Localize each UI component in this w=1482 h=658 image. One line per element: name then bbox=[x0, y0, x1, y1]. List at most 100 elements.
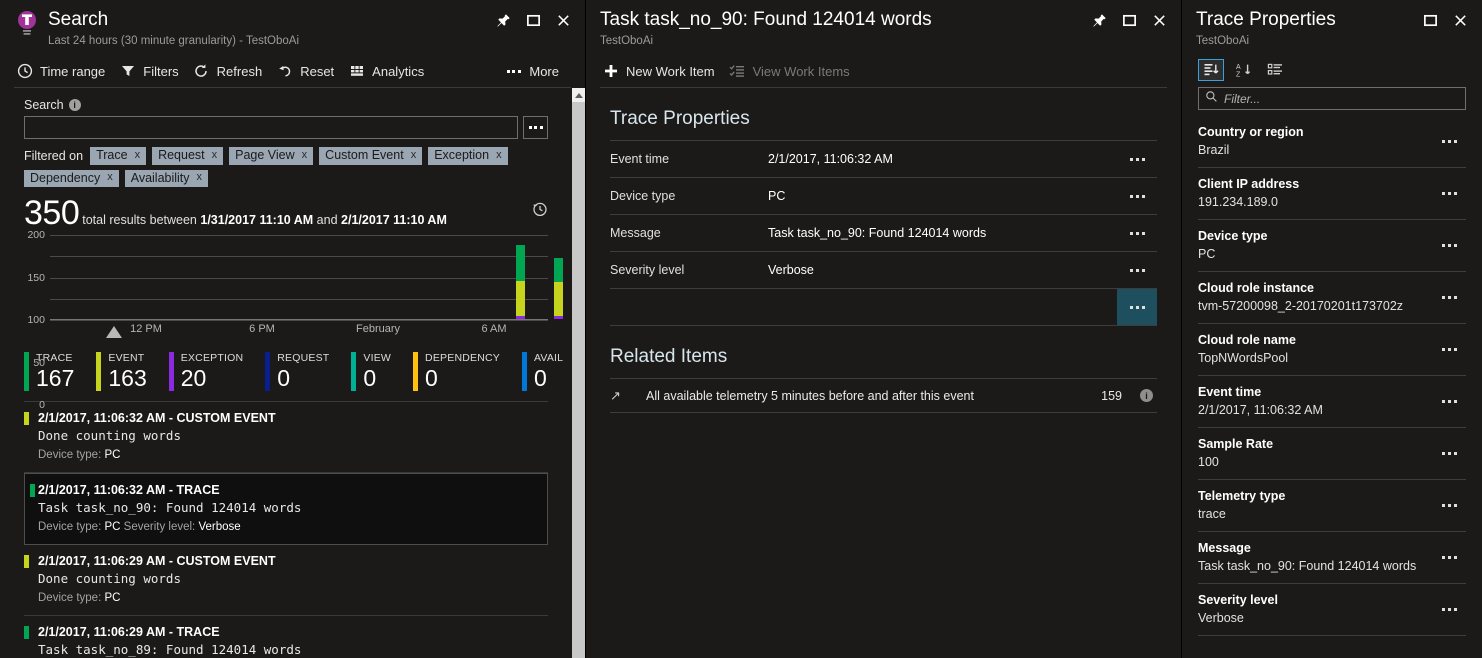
result-list-item[interactable]: 2/1/2017, 11:06:32 AM - CUSTOM EVENTDone… bbox=[24, 402, 548, 473]
chart-bar[interactable] bbox=[516, 245, 525, 319]
range-handle-left[interactable] bbox=[106, 326, 122, 338]
filter-box[interactable] bbox=[1198, 87, 1466, 110]
refresh-button[interactable]: Refresh bbox=[191, 59, 275, 84]
result-meta: Device type: PC bbox=[38, 591, 548, 606]
property-menu-button[interactable] bbox=[1432, 608, 1466, 611]
property-menu-button[interactable] bbox=[1432, 296, 1466, 299]
chip-label: Exception bbox=[434, 149, 489, 162]
property-menu-button[interactable] bbox=[1432, 348, 1466, 351]
property-menu-button[interactable] bbox=[1117, 252, 1157, 288]
chip-remove-icon[interactable]: x bbox=[496, 150, 502, 161]
search-scrollbar[interactable] bbox=[572, 88, 585, 658]
scrollbar-thumb[interactable] bbox=[572, 102, 585, 658]
search-toolbar: Time range Filters Refresh Reset bbox=[0, 55, 585, 87]
result-list-item[interactable]: 2/1/2017, 11:06:32 AM - TRACETask task_n… bbox=[24, 473, 548, 545]
property-menu-button[interactable] bbox=[1117, 215, 1157, 251]
filter-chip-trace[interactable]: Tracex bbox=[90, 147, 146, 165]
reset-button[interactable]: Reset bbox=[274, 59, 346, 84]
property-menu-button[interactable] bbox=[1117, 141, 1157, 177]
filter-chip-custom-event[interactable]: Custom Eventx bbox=[319, 147, 422, 165]
chip-remove-icon[interactable]: x bbox=[411, 150, 417, 161]
search-body: Search i Filtered on Tracex Requestx Pag… bbox=[0, 88, 585, 658]
stat-exception[interactable]: EXCEPTION20 bbox=[169, 352, 265, 391]
telemetry-chart: 050100150200 12 PM6 PMFebruary6 AM bbox=[0, 231, 572, 344]
property-menu-button[interactable] bbox=[1432, 504, 1466, 507]
stat-color-indicator bbox=[351, 352, 356, 391]
chip-remove-icon[interactable]: x bbox=[212, 150, 218, 161]
property-menu-button[interactable] bbox=[1432, 452, 1466, 455]
scroll-up-arrow[interactable] bbox=[572, 88, 585, 102]
info-icon[interactable]: i bbox=[1140, 389, 1153, 402]
chip-remove-icon[interactable]: x bbox=[107, 172, 113, 183]
chip-label: Request bbox=[158, 149, 205, 162]
stat-avail[interactable]: AVAIL0 bbox=[522, 352, 572, 391]
info-icon[interactable]: i bbox=[69, 99, 81, 111]
property-menu-button[interactable] bbox=[1117, 178, 1157, 214]
chart-plot-area[interactable]: 050100150200 bbox=[50, 235, 548, 320]
property-key: Message bbox=[610, 226, 768, 240]
chip-remove-icon[interactable]: x bbox=[197, 172, 203, 183]
chart-bar[interactable] bbox=[554, 258, 563, 319]
chip-remove-icon[interactable]: x bbox=[302, 150, 308, 161]
related-item-label: All available telemetry 5 minutes before… bbox=[646, 389, 1101, 403]
meta-value: PC bbox=[104, 521, 120, 533]
result-message: Task task_no_89: Found 124014 words bbox=[38, 641, 548, 658]
filter-chip-availability[interactable]: Availabilityx bbox=[125, 170, 208, 188]
property-menu-button[interactable] bbox=[1432, 400, 1466, 403]
stat-name: VIEW bbox=[363, 352, 391, 365]
close-icon[interactable] bbox=[1151, 12, 1167, 28]
page-title: Search bbox=[48, 8, 495, 32]
group-list-icon[interactable] bbox=[1262, 59, 1288, 81]
svg-text:A: A bbox=[1236, 64, 1241, 71]
chip-label: Trace bbox=[96, 149, 128, 162]
refresh-icon bbox=[193, 63, 210, 80]
sort-order-icon[interactable] bbox=[1198, 59, 1224, 81]
stat-dependency[interactable]: DEPENDENCY0 bbox=[413, 352, 522, 391]
search-options-button[interactable] bbox=[523, 116, 548, 139]
related-item-row[interactable]: ↗All available telemetry 5 minutes befor… bbox=[610, 379, 1157, 413]
filter-chip-exception[interactable]: Exception x bbox=[428, 147, 507, 165]
chip-remove-icon[interactable]: x bbox=[135, 150, 141, 161]
property-key: Client IP address bbox=[1198, 176, 1432, 193]
filter-input[interactable] bbox=[1224, 92, 1459, 106]
result-list-item[interactable]: 2/1/2017, 11:06:29 AM - TRACETask task_n… bbox=[24, 616, 548, 658]
filters-button[interactable]: Filters bbox=[117, 59, 190, 84]
search-input[interactable] bbox=[24, 116, 518, 139]
result-message: Task task_no_90: Found 124014 words bbox=[38, 499, 547, 517]
filter-chip-dependency[interactable]: Dependencyx bbox=[24, 170, 119, 188]
maximize-icon[interactable] bbox=[525, 12, 541, 28]
properties-menu-button[interactable] bbox=[1117, 289, 1157, 325]
pin-icon[interactable] bbox=[495, 12, 511, 28]
stat-name: DEPENDENCY bbox=[425, 352, 500, 365]
time-range-button[interactable]: Time range bbox=[14, 59, 117, 84]
stat-request[interactable]: REQUEST0 bbox=[265, 352, 351, 391]
history-clock-icon[interactable] bbox=[532, 201, 548, 217]
chart-gridline: 100 bbox=[50, 278, 548, 279]
more-button[interactable]: More bbox=[503, 59, 571, 84]
result-header: 2/1/2017, 11:06:29 AM - TRACE bbox=[38, 624, 548, 640]
pin-icon[interactable] bbox=[1091, 12, 1107, 28]
maximize-icon[interactable] bbox=[1422, 12, 1438, 28]
close-icon[interactable] bbox=[555, 12, 571, 28]
chart-bar-segment bbox=[554, 258, 563, 282]
maximize-icon[interactable] bbox=[1121, 12, 1137, 28]
view-work-items-button[interactable]: View Work Items bbox=[727, 59, 862, 84]
stat-view[interactable]: VIEW0 bbox=[351, 352, 413, 391]
close-icon[interactable] bbox=[1452, 12, 1468, 28]
property-row-actions bbox=[610, 289, 1157, 326]
property-menu-button[interactable] bbox=[1432, 192, 1466, 195]
related-items-list: ↗All available telemetry 5 minutes befor… bbox=[610, 379, 1157, 413]
property-menu-button[interactable] bbox=[1432, 140, 1466, 143]
result-message: Done counting words bbox=[38, 427, 548, 445]
refresh-label: Refresh bbox=[217, 64, 263, 79]
property-menu-button[interactable] bbox=[1432, 244, 1466, 247]
result-list-item[interactable]: 2/1/2017, 11:06:29 AM - CUSTOM EVENTDone… bbox=[24, 545, 548, 616]
filter-chip-request[interactable]: Request x bbox=[152, 147, 223, 165]
sort-alpha-icon[interactable]: A Z bbox=[1230, 59, 1256, 81]
stat-event[interactable]: EVENT163 bbox=[96, 352, 168, 391]
result-meta: Device type: PC Severity level: Verbose bbox=[38, 520, 547, 535]
analytics-button[interactable]: Analytics bbox=[346, 59, 436, 84]
property-menu-button[interactable] bbox=[1432, 556, 1466, 559]
new-work-item-button[interactable]: New Work Item bbox=[600, 59, 727, 84]
filter-chip-page-view[interactable]: Page Viewx bbox=[229, 147, 313, 165]
